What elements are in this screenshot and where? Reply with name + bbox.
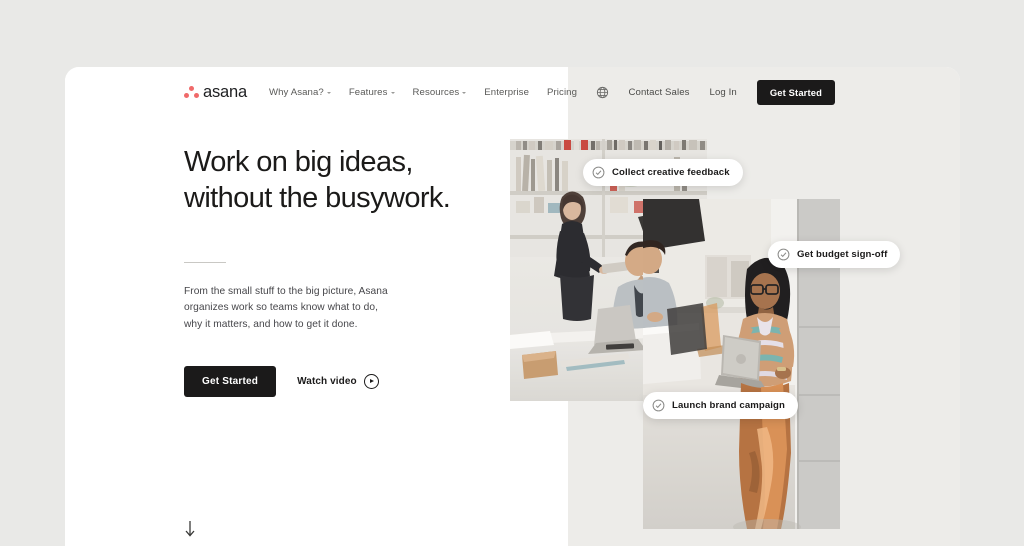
nav-item-pricing[interactable]: Pricing xyxy=(547,87,577,98)
task-card-label: Collect creative feedback xyxy=(612,167,730,178)
chevron-down-icon xyxy=(326,91,331,94)
chevron-down-icon xyxy=(390,91,395,94)
nav-item-log-in-label: Log In xyxy=(709,86,737,98)
check-circle-icon xyxy=(592,166,605,179)
asana-logo[interactable]: asana xyxy=(184,83,247,102)
page-card: asana Why Asana? Features Resources Ente… xyxy=(65,67,960,546)
nav-item-enterprise-label: Enterprise xyxy=(484,86,530,98)
watch-video-label: Watch video xyxy=(297,375,357,387)
nav-item-contact-sales-label: Contact Sales xyxy=(628,86,690,98)
task-card-collect-creative-feedback[interactable]: Collect creative feedback xyxy=(583,159,743,186)
nav-item-enterprise[interactable]: Enterprise xyxy=(484,87,529,98)
nav-item-why-asana-label: Why Asana? xyxy=(268,86,324,98)
nav-item-contact-sales[interactable]: Contact Sales xyxy=(629,87,690,98)
nav-item-resources[interactable]: Resources xyxy=(413,87,467,98)
arrow-down-icon[interactable] xyxy=(184,520,196,538)
task-card-get-budget-sign-off[interactable]: Get budget sign-off xyxy=(768,241,901,268)
check-circle-icon xyxy=(652,399,665,412)
task-card-launch-brand-campaign[interactable]: Launch brand campaign xyxy=(643,392,798,419)
divider xyxy=(184,262,226,264)
nav-item-why-asana[interactable]: Why Asana? xyxy=(269,87,331,98)
chevron-down-icon xyxy=(462,91,467,94)
page-title: Work on big ideas, without the busywork. xyxy=(184,146,451,214)
globe-icon[interactable] xyxy=(596,86,609,99)
nav-item-features-label: Features xyxy=(348,86,388,98)
browser-viewport: asana Why Asana? Features Resources Ente… xyxy=(0,0,1024,546)
nav-get-started-button[interactable]: Get Started xyxy=(756,79,835,105)
nav-item-log-in[interactable]: Log In xyxy=(710,87,737,98)
top-navigation-bar: asana Why Asana? Features Resources Ente… xyxy=(65,67,960,117)
play-circle-icon xyxy=(363,373,379,389)
check-circle-icon xyxy=(777,248,790,261)
nav-right-group: Contact Sales Log In Get Started xyxy=(596,79,961,105)
task-card-label: Get budget sign-off xyxy=(797,249,888,260)
hero-content: Work on big ideas, without the busywork.… xyxy=(184,145,514,397)
watch-video-button[interactable]: Watch video xyxy=(297,373,379,389)
nav-item-pricing-label: Pricing xyxy=(547,86,578,98)
nav-left-group: asana Why Asana? Features Resources Ente… xyxy=(65,83,577,102)
primary-nav-links: Why Asana? Features Resources Enterprise xyxy=(269,87,577,98)
asana-dots-logo-icon xyxy=(184,85,199,99)
logo-wordmark: asana xyxy=(203,82,247,101)
hero-description: From the small stuff to the big picture,… xyxy=(184,286,388,330)
hero-cta-row: Get Started Watch video xyxy=(184,365,514,397)
task-card-label: Launch brand campaign xyxy=(672,400,785,411)
nav-item-features[interactable]: Features xyxy=(349,87,395,98)
nav-item-resources-label: Resources xyxy=(412,86,460,98)
hero-get-started-button[interactable]: Get Started xyxy=(184,365,277,397)
